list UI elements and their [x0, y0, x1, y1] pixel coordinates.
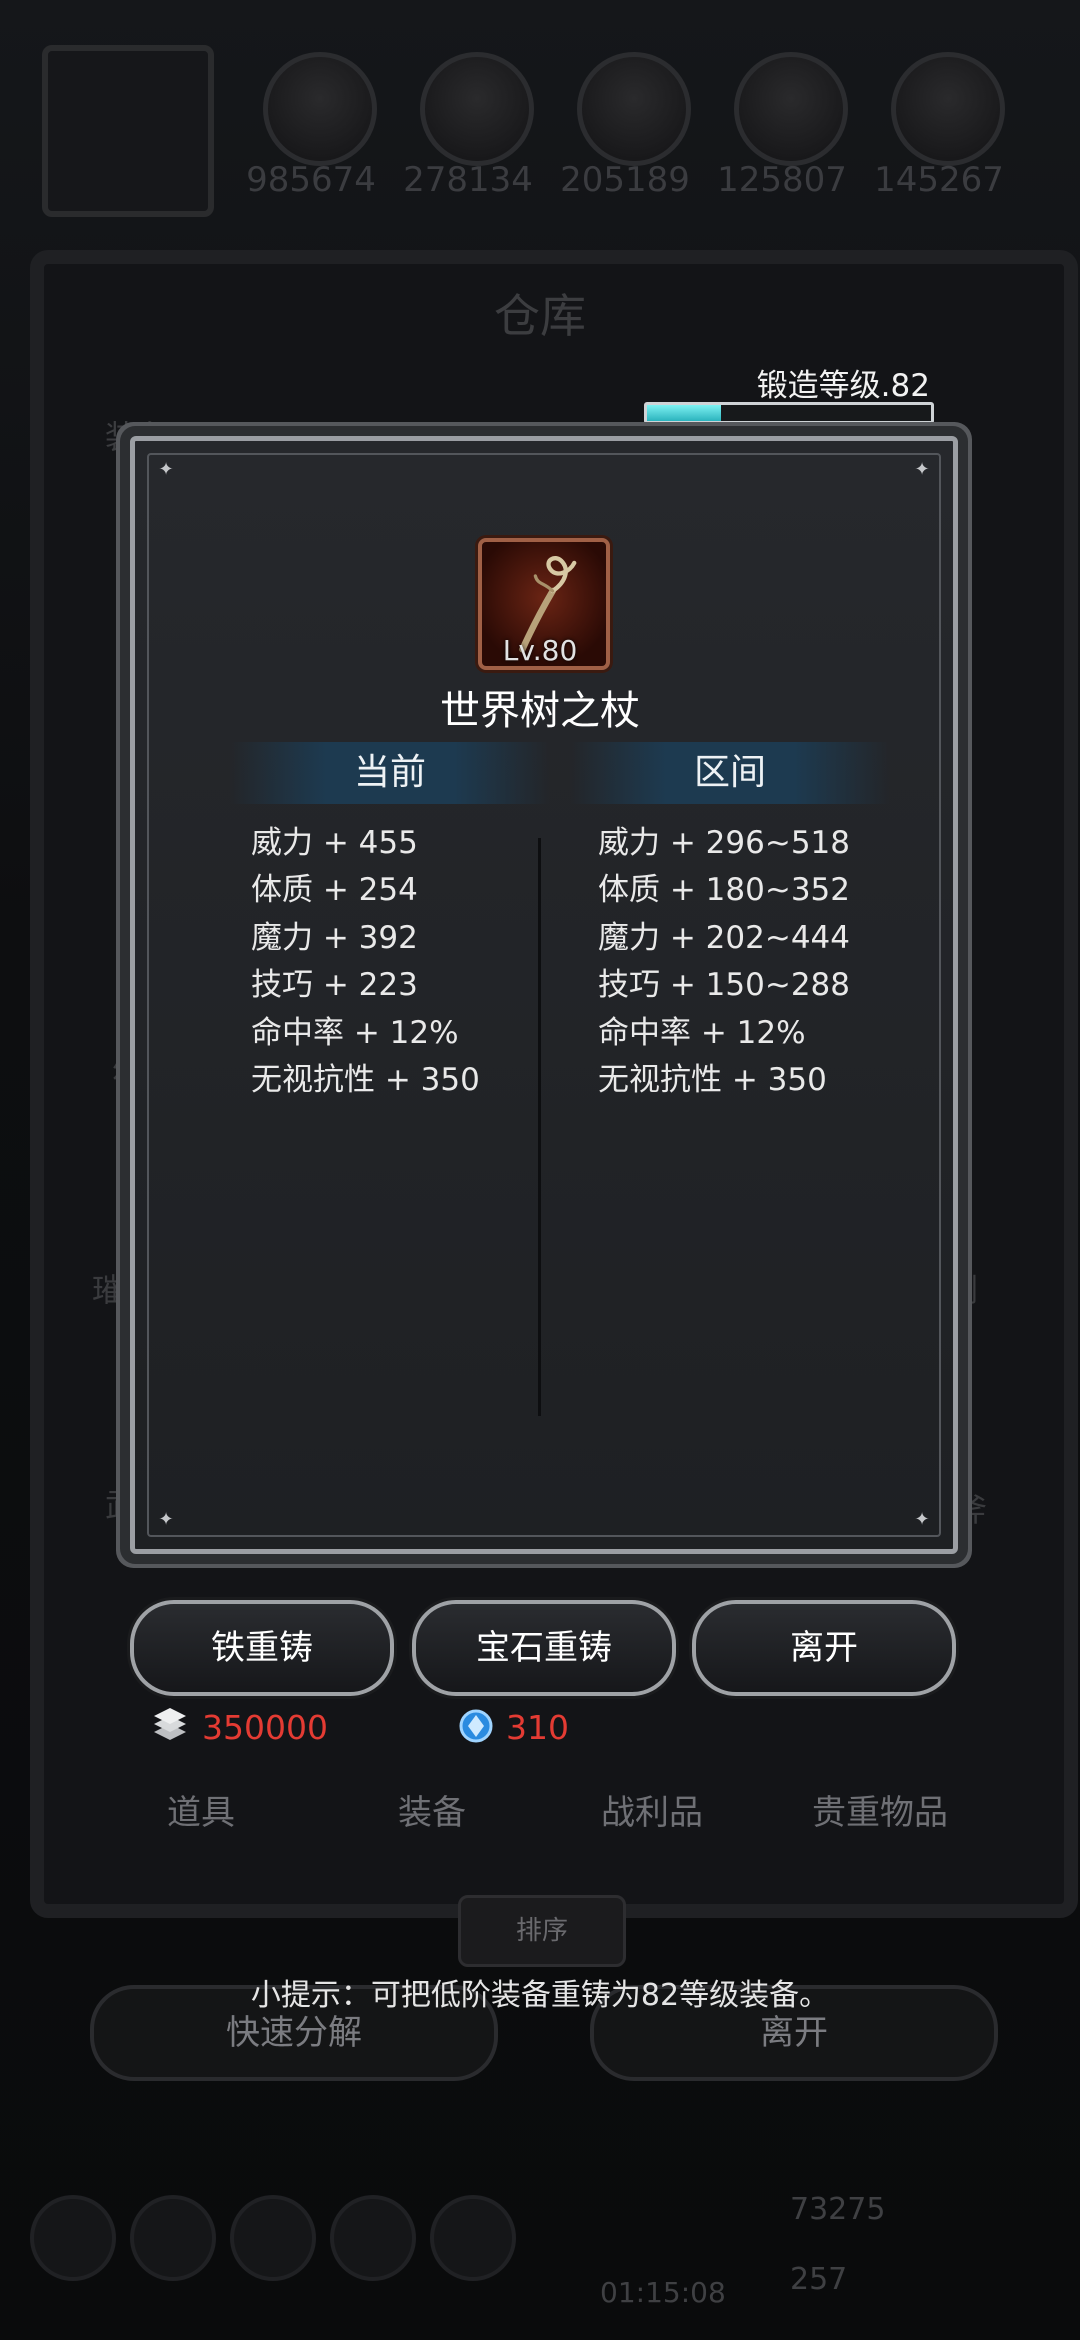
- range-stat-ignore-resist: 无视抗性 + 350: [598, 1062, 827, 1098]
- resource-orb-2: [420, 52, 534, 166]
- range-stat-constitution: 体质 + 180~352: [598, 872, 850, 908]
- gift-timer: 01:15:08: [600, 2276, 726, 2309]
- corner-sparkle-icon: ✦: [158, 459, 174, 480]
- resource-value-1: 985674: [246, 160, 376, 200]
- tab-equipment[interactable]: 装备: [342, 1785, 522, 1834]
- bottom-menu-icon-3[interactable]: [230, 2195, 316, 2281]
- resource-value-4: 125807: [717, 160, 847, 200]
- corner-sparkle-icon: ✦: [158, 1509, 174, 1530]
- item-level: Lv.80: [502, 634, 578, 667]
- range-stats-header: 区间: [570, 742, 890, 804]
- resource-orb-4: [734, 52, 848, 166]
- range-stat-magic: 魔力 + 202~444: [598, 920, 850, 956]
- sort-button[interactable]: 排序: [458, 1895, 626, 1967]
- tab-loot[interactable]: 战利品: [562, 1785, 742, 1834]
- gem-cost: 310: [506, 1708, 569, 1747]
- item-name: 世界树之杖: [440, 688, 640, 734]
- current-stat-constitution: 体质 + 254: [251, 872, 418, 908]
- resource-value-3: 205189: [560, 160, 690, 200]
- warehouse-title: 仓库: [494, 289, 586, 343]
- player-portrait: [42, 45, 214, 217]
- tab-items[interactable]: 道具: [111, 1785, 291, 1834]
- resource-orb-3: [577, 52, 691, 166]
- iron-reforge-button[interactable]: 铁重铸: [130, 1600, 394, 1696]
- forge-level-label: 锻造等级.82: [756, 368, 930, 404]
- tip-text: 小提示：可把低阶装备重铸为82等级装备。: [250, 1978, 830, 2013]
- current-stats-header: 当前: [230, 742, 550, 804]
- resource-value-2: 278134: [403, 160, 533, 200]
- blue-currency: 257: [790, 2262, 848, 2297]
- bottom-menu-icon-1[interactable]: [30, 2195, 116, 2281]
- corner-sparkle-icon: ✦: [914, 1509, 930, 1530]
- tab-valuables[interactable]: 贵重物品: [790, 1785, 970, 1834]
- current-stat-skill: 技巧 + 223: [251, 967, 418, 1003]
- range-stat-skill: 技巧 + 150~288: [598, 967, 850, 1003]
- forge-progress-bar: [644, 402, 934, 424]
- current-stat-ignore-resist: 无视抗性 + 350: [251, 1062, 480, 1098]
- iron-cost: 350000: [202, 1708, 328, 1747]
- bottom-menu-icon-5[interactable]: [430, 2195, 516, 2281]
- bottom-menu-icon-4[interactable]: [330, 2195, 416, 2281]
- range-stat-power: 威力 + 296~518: [598, 825, 850, 861]
- current-stat-magic: 魔力 + 392: [251, 920, 418, 956]
- iron-ingot-icon: [154, 1708, 186, 1740]
- range-stat-hit-rate: 命中率 + 12%: [598, 1015, 806, 1051]
- resource-value-5: 145267: [874, 160, 1004, 200]
- current-stat-hit-rate: 命中率 + 12%: [251, 1015, 459, 1051]
- leave-button[interactable]: 离开: [692, 1600, 956, 1696]
- bottom-menu-icon-2[interactable]: [130, 2195, 216, 2281]
- current-stat-power: 威力 + 455: [251, 825, 418, 861]
- side-label-5: 斧: [955, 1491, 988, 1529]
- resource-orb-5: [891, 52, 1005, 166]
- gem-reforge-button[interactable]: 宝石重铸: [412, 1600, 676, 1696]
- forge-progress-fill: [647, 405, 721, 421]
- blue-gem-icon: [459, 1709, 493, 1743]
- gold-currency: 73275: [790, 2192, 886, 2227]
- resource-orb-1: [263, 52, 377, 166]
- corner-sparkle-icon: ✦: [914, 459, 930, 480]
- column-divider: [538, 838, 541, 1416]
